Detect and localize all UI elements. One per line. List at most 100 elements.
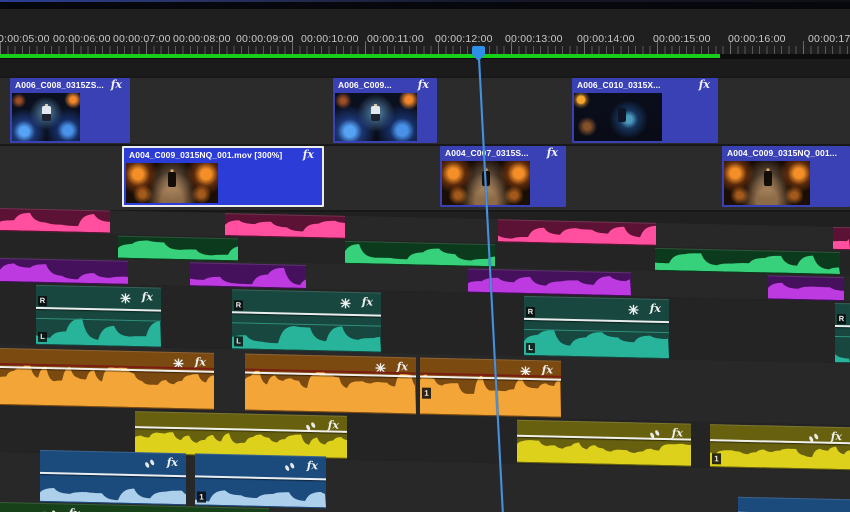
dual-badge-icon (648, 427, 661, 439)
audio-clip[interactable]: fx (135, 411, 347, 459)
audio-waveform (655, 249, 840, 275)
audio-clip[interactable] (768, 275, 844, 302)
video-clip[interactable]: A004_C009_0315NQ_001.mov [300%] fx (122, 146, 324, 207)
clip-label: A004_C009_0315NQ_001.mov [300%] (129, 150, 283, 160)
audio-clip[interactable] (498, 219, 656, 246)
right-channel-label: R (526, 307, 535, 318)
audio-clip[interactable] (345, 240, 495, 268)
audio-waveform (345, 242, 495, 267)
rendered-segment (0, 54, 720, 58)
video-clip[interactable]: A004_C007_0315S... fx (440, 146, 566, 207)
left-channel-label: L (234, 336, 243, 347)
audio-clip[interactable] (468, 268, 631, 297)
clip-header: A006_C008_0315ZS... fx (10, 78, 130, 92)
video-clip[interactable]: A006_C008_0315ZS... fx (10, 78, 130, 143)
dual-badge-icon (143, 456, 156, 468)
timecode-label: 00:00:10:00 (301, 33, 359, 45)
timecode-label: 00:00:17:00 (808, 33, 850, 45)
panel-top-edge (0, 0, 850, 9)
channel-1-badge: 1 (422, 387, 431, 399)
audio-clip[interactable] (225, 213, 345, 239)
audio-clip[interactable]: fx 1 (710, 424, 850, 471)
volume-rubber-band[interactable] (40, 472, 186, 478)
volume-rubber-band[interactable] (232, 311, 381, 317)
audio-waveform (768, 277, 844, 301)
fx-badge-icon: fx (698, 78, 710, 91)
clip-label: A004_C007_0315S... (445, 148, 529, 158)
audio-waveform (0, 260, 128, 284)
audio-clip[interactable] (0, 208, 110, 234)
fx-badge-icon: fx (302, 148, 314, 161)
volume-rubber-band[interactable] (36, 307, 161, 312)
audio-clip[interactable]: fx R L (524, 295, 669, 360)
timecode-label: 00:00:13:00 (505, 33, 563, 45)
timecode-label: 00:00:08:00 (173, 33, 231, 45)
fx-badge-icon: fx (306, 458, 318, 473)
timecode-label: 00:00:07:00 (113, 33, 171, 45)
dual-badge-icon (304, 419, 317, 431)
fx-badge-icon: fx (671, 426, 683, 440)
audio-clip[interactable]: fx (245, 353, 416, 415)
clip-thumbnail (126, 163, 218, 203)
timecode-label: 00:00:16:00 (728, 33, 786, 45)
timecode-label: 00:00:05:00 (0, 33, 50, 45)
audio-waveform (0, 209, 110, 233)
video-clip[interactable]: A006_C009... fx (333, 78, 437, 143)
clip-label: A006_C010_0315X... (577, 80, 661, 90)
audio-clip[interactable]: fx R L (36, 284, 161, 348)
right-channel-label: R (234, 300, 243, 311)
audio-clip[interactable]: R (835, 302, 850, 364)
timecode-label: 00:00:15:00 (653, 33, 711, 45)
star-badge-icon (520, 364, 531, 377)
right-channel-label: R (38, 296, 47, 307)
audio-waveform (118, 237, 238, 261)
star-badge-icon (340, 296, 351, 309)
audio-waveform (195, 487, 326, 508)
audio-waveform (833, 228, 850, 250)
star-badge-icon (173, 356, 184, 369)
audio-clip[interactable] (0, 258, 128, 285)
audio-clip[interactable]: fx (0, 348, 214, 410)
audio-clip[interactable] (655, 247, 840, 276)
audio-clip[interactable] (190, 262, 306, 289)
audio-clip[interactable]: 1 fx (195, 453, 326, 509)
audio-clip[interactable]: fx R L (232, 289, 381, 353)
fx-badge-icon: fx (327, 418, 339, 432)
clip-label: A006_C009... (338, 80, 392, 90)
fx-badge-icon: fx (649, 301, 661, 316)
clip-label: A004_C009_0315NQ_001... (727, 148, 838, 158)
volume-rubber-band[interactable] (524, 318, 669, 324)
fx-badge-icon: fx (396, 360, 408, 374)
timecode-label: 00:00:11:00 (367, 33, 424, 45)
timecode-label: 00:00:09:00 (236, 33, 294, 45)
clip-header: A004_C009_0315NQ_001.mov [300%] fx (124, 148, 322, 162)
audio-waveform (468, 271, 631, 296)
audio-waveform (40, 484, 186, 505)
volume-rubber-band[interactable] (195, 475, 326, 481)
audio-clip[interactable] (118, 235, 238, 262)
clip-header: A006_C010_0315X... fx (572, 78, 718, 92)
fx-badge-icon: fx (110, 78, 122, 91)
timeline-ruler[interactable]: 00:00:05:0000:00:06:0000:00:07:0000:00:0… (0, 9, 850, 55)
timecode-label: 00:00:12:00 (435, 33, 493, 45)
clip-header: A006_C009... fx (333, 78, 437, 92)
video-clip[interactable]: A006_C010_0315X... fx (572, 78, 718, 143)
track-gap (0, 59, 850, 76)
audio-clip[interactable]: fx (0, 502, 88, 512)
audio-clip[interactable] (738, 496, 850, 512)
fx-badge-icon: fx (546, 146, 558, 159)
audio-waveform (517, 438, 691, 466)
audio-clip[interactable] (833, 226, 850, 251)
video-clip[interactable]: A004_C009_0315NQ_001... (722, 146, 850, 207)
audio-waveform (710, 442, 850, 470)
timecode-label: 00:00:14:00 (577, 33, 635, 45)
audio-clip[interactable]: fx (517, 419, 691, 467)
fx-badge-icon: fx (141, 290, 153, 304)
volume-rubber-band[interactable] (835, 325, 850, 328)
audio-clip[interactable]: 1 fx (420, 357, 561, 418)
clip-thumbnail (574, 93, 662, 141)
fx-badge-icon: fx (541, 363, 553, 377)
audio-clip[interactable]: fx (40, 449, 186, 506)
premiere-timeline-panel: 00:00:05:0000:00:06:0000:00:07:0000:00:0… (0, 0, 850, 512)
audio-waveform (498, 220, 656, 245)
